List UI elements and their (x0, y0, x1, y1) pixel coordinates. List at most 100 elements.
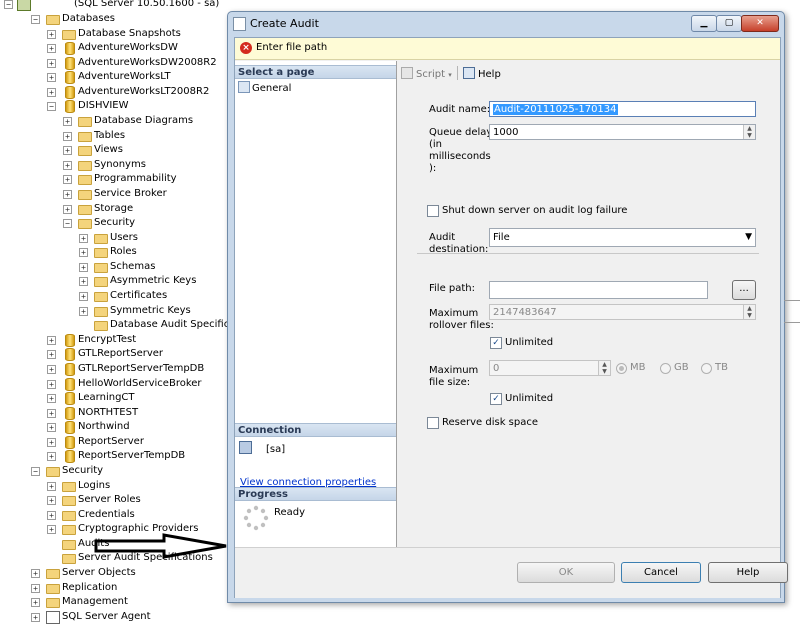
page-selector-pane: Select a page General Connection [sa] Vi… (235, 61, 397, 547)
expand-icon[interactable]: + (47, 496, 56, 506)
close-button[interactable]: ✕ (741, 15, 779, 32)
tree-item-label: ReportServer (78, 435, 144, 447)
expand-icon[interactable]: + (63, 117, 72, 127)
queue-delay-value: 1000 (493, 127, 519, 138)
collapse-icon[interactable]: − (63, 219, 72, 229)
max-file-size-spinner[interactable]: ▲ ▼ (598, 361, 610, 375)
page-general[interactable]: General (238, 81, 291, 95)
expand-icon[interactable]: + (47, 364, 56, 374)
max-rollover-spinner[interactable]: ▲ ▼ (743, 305, 755, 319)
script-button[interactable]: Script ▾ (401, 67, 452, 81)
folder-icon (78, 146, 92, 157)
expand-icon[interactable]: + (63, 189, 72, 199)
help-toolbar-button[interactable]: Help (463, 67, 501, 81)
folder-icon (94, 292, 108, 303)
expand-icon[interactable]: + (47, 452, 56, 462)
tree-item-label: Security (62, 464, 104, 476)
mb-radio[interactable] (616, 363, 627, 374)
unlimited-size-checkbox[interactable]: ✓ (490, 393, 502, 405)
file-path-input[interactable] (489, 281, 708, 299)
collapse-icon[interactable]: − (4, 0, 13, 9)
reserve-disk-space-checkbox[interactable] (427, 417, 439, 429)
folder-icon (62, 29, 76, 40)
queue-delay-spinner[interactable]: ▲ ▼ (743, 125, 755, 139)
collapse-icon[interactable]: − (31, 466, 40, 476)
expand-icon[interactable]: + (63, 175, 72, 185)
queue-delay-input[interactable]: 1000 ▲ ▼ (489, 124, 756, 140)
database-icon (65, 85, 75, 99)
expand-icon[interactable]: + (79, 262, 88, 272)
progress-header: Progress (235, 487, 396, 501)
expand-icon[interactable]: + (47, 423, 56, 433)
unlimited-rollover-checkbox[interactable]: ✓ (490, 337, 502, 349)
expand-icon[interactable]: + (47, 87, 56, 97)
expand-icon[interactable]: + (63, 160, 72, 170)
background-window-edge (784, 300, 800, 301)
expand-icon[interactable]: + (79, 248, 88, 258)
tree-item-label: Synonyms (94, 158, 146, 170)
expand-icon[interactable]: + (47, 525, 56, 535)
expand-icon[interactable]: + (79, 277, 88, 287)
expand-icon[interactable]: + (79, 306, 88, 316)
chevron-down-icon: ▼ (745, 232, 752, 242)
expand-icon[interactable]: + (31, 583, 40, 593)
error-bar: × Enter file path (235, 38, 780, 60)
database-icon (65, 435, 75, 449)
audit-destination-select[interactable]: File ▼ (489, 228, 756, 247)
expand-icon[interactable]: + (47, 510, 56, 520)
expand-icon[interactable]: + (47, 394, 56, 404)
database-icon (65, 42, 75, 56)
dropdown-arrow-icon: ▾ (448, 71, 452, 79)
object-explorer-tree: − (SQL Server 10.50.1600 - sa) − Database… (0, 0, 232, 634)
error-message: Enter file path (256, 42, 328, 53)
folder-icon (78, 204, 92, 215)
help-icon (463, 67, 475, 79)
tb-radio[interactable] (701, 363, 712, 374)
folder-icon (78, 117, 92, 128)
expand-icon[interactable]: + (47, 379, 56, 389)
expand-icon[interactable]: + (47, 350, 56, 360)
expand-icon[interactable]: + (47, 335, 56, 345)
maximize-button[interactable]: ▢ (716, 15, 742, 32)
expand-icon[interactable]: + (47, 58, 56, 68)
expand-icon[interactable]: + (47, 481, 56, 491)
expand-icon[interactable]: + (63, 131, 72, 141)
expand-icon[interactable]: + (31, 598, 40, 608)
max-rollover-input[interactable]: 2147483647 ▲ ▼ (489, 304, 756, 320)
collapse-icon[interactable]: − (31, 15, 40, 24)
folder-icon (46, 466, 60, 477)
expand-icon[interactable]: + (79, 233, 88, 243)
dialog-app-icon (233, 17, 246, 31)
ok-button[interactable]: OK (517, 562, 615, 583)
expand-icon[interactable]: + (47, 29, 56, 39)
database-icon (65, 71, 75, 85)
expand-icon[interactable]: + (47, 437, 56, 447)
form-divider (417, 253, 759, 254)
dialog-titlebar[interactable]: Create Audit ▁ ▢ ✕ (228, 12, 784, 36)
collapse-icon[interactable]: − (47, 102, 56, 112)
expand-icon[interactable]: + (79, 292, 88, 302)
folder-icon (62, 496, 76, 507)
select-page-header: Select a page (235, 65, 396, 79)
expand-icon[interactable]: + (31, 612, 40, 622)
max-rollover-label-line2: rollover files: (429, 320, 494, 331)
expand-icon[interactable]: + (47, 73, 56, 83)
folder-icon (78, 219, 92, 230)
database-icon (65, 421, 75, 435)
expand-icon[interactable]: + (63, 204, 72, 214)
expand-icon[interactable]: + (63, 146, 72, 156)
expand-icon[interactable]: + (47, 408, 56, 418)
expand-icon[interactable]: + (47, 44, 56, 54)
browse-button[interactable]: ... (732, 280, 756, 300)
expand-icon[interactable]: + (31, 569, 40, 579)
shutdown-checkbox[interactable] (427, 205, 439, 217)
help-button[interactable]: Help (708, 562, 788, 583)
audit-name-input[interactable]: Audit-20111025-170134 (489, 101, 756, 117)
cancel-button[interactable]: Cancel (621, 562, 701, 583)
gb-radio[interactable] (660, 363, 671, 374)
audit-name-value: Audit-20111025-170134 (493, 104, 618, 115)
minimize-button[interactable]: ▁ (691, 15, 717, 32)
mb-label: MB (630, 362, 646, 373)
max-file-size-input[interactable]: 0 ▲ ▼ (489, 360, 611, 376)
database-icon (65, 406, 75, 420)
